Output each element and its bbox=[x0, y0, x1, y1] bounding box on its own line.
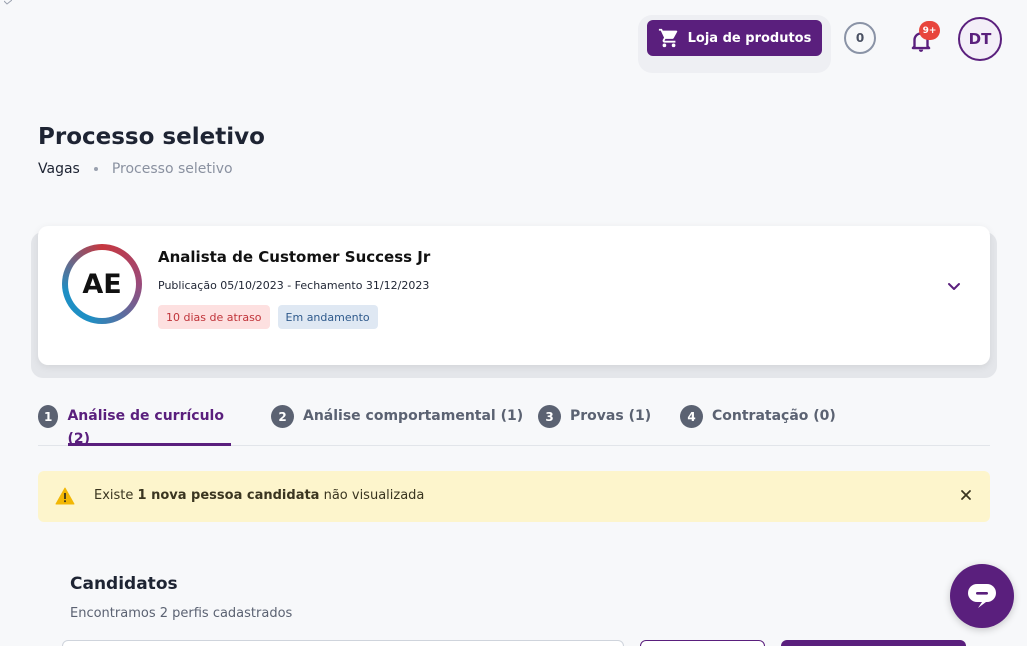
candidate-search-input[interactable] bbox=[62, 640, 624, 646]
tab-hiring[interactable]: 4 Contratação (0) bbox=[680, 405, 836, 446]
breadcrumb: Vagas Processo seletivo bbox=[38, 161, 233, 177]
window-corner-mark bbox=[4, 0, 12, 5]
chevron-down-icon[interactable] bbox=[946, 278, 962, 294]
tab-step-number: 3 bbox=[538, 405, 561, 428]
job-logo: AE bbox=[62, 244, 142, 324]
job-dates: Publicação 05/10/2023 - Fechamento 31/12… bbox=[158, 279, 430, 292]
primary-action-button[interactable] bbox=[781, 640, 966, 646]
store-button-label: Loja de produtos bbox=[687, 30, 812, 46]
alert-message: Existe 1 nova pessoa candidata não visua… bbox=[94, 488, 424, 503]
cart-icon bbox=[658, 28, 677, 48]
tab-label: Análise de currículo (2) bbox=[67, 408, 224, 447]
process-tabs: 1 Análise de currículo (2) 2 Análise com… bbox=[38, 405, 990, 447]
close-icon[interactable] bbox=[960, 489, 972, 501]
breadcrumb-separator bbox=[93, 167, 98, 171]
notification-badge: 9+ bbox=[919, 21, 940, 40]
new-candidate-alert: Existe 1 nova pessoa candidata não visua… bbox=[38, 471, 990, 522]
tab-tests[interactable]: 3 Provas (1) bbox=[538, 405, 651, 446]
store-button[interactable]: Loja de produtos bbox=[647, 20, 822, 56]
tab-step-number: 4 bbox=[680, 405, 703, 428]
tab-step-number: 1 bbox=[38, 405, 59, 428]
tab-label: Contratação (0) bbox=[712, 408, 836, 424]
tab-label: Provas (1) bbox=[570, 408, 652, 424]
tab-label: Análise comportamental (1) bbox=[303, 408, 524, 424]
user-avatar[interactable]: DT bbox=[958, 17, 1002, 61]
candidates-count: Encontramos 2 perfis cadastrados bbox=[70, 606, 293, 621]
warning-icon bbox=[55, 487, 75, 505]
tab-behavioral-analysis[interactable]: 2 Análise comportamental (1) bbox=[271, 405, 523, 446]
job-title: Analista de Customer Success Jr bbox=[158, 248, 431, 266]
alert-prefix: Existe bbox=[94, 488, 138, 503]
alert-suffix: não visualizada bbox=[319, 488, 425, 503]
status-badge: Em andamento bbox=[277, 305, 378, 329]
breadcrumb-item-vagas[interactable]: Vagas bbox=[38, 161, 80, 177]
points-counter[interactable]: 0 bbox=[844, 22, 876, 54]
page-title: Processo seletivo bbox=[38, 124, 265, 150]
alert-highlight: 1 nova pessoa candidata bbox=[137, 488, 320, 503]
chat-button[interactable] bbox=[950, 564, 1014, 628]
breadcrumb-item-current: Processo seletivo bbox=[111, 161, 233, 177]
late-badge: 10 dias de atraso bbox=[158, 305, 270, 329]
candidates-title: Candidatos bbox=[70, 574, 178, 594]
job-tags: 10 dias de atraso Em andamento bbox=[158, 305, 378, 329]
tab-curriculum-analysis[interactable]: 1 Análise de currículo (2) bbox=[38, 405, 231, 447]
chat-bubble-icon bbox=[968, 584, 996, 608]
job-logo-initials: AE bbox=[68, 250, 136, 318]
tab-step-number: 2 bbox=[271, 405, 294, 428]
filter-button[interactable] bbox=[640, 640, 765, 646]
job-card: AE Analista de Customer Success Jr Publi… bbox=[38, 226, 990, 365]
